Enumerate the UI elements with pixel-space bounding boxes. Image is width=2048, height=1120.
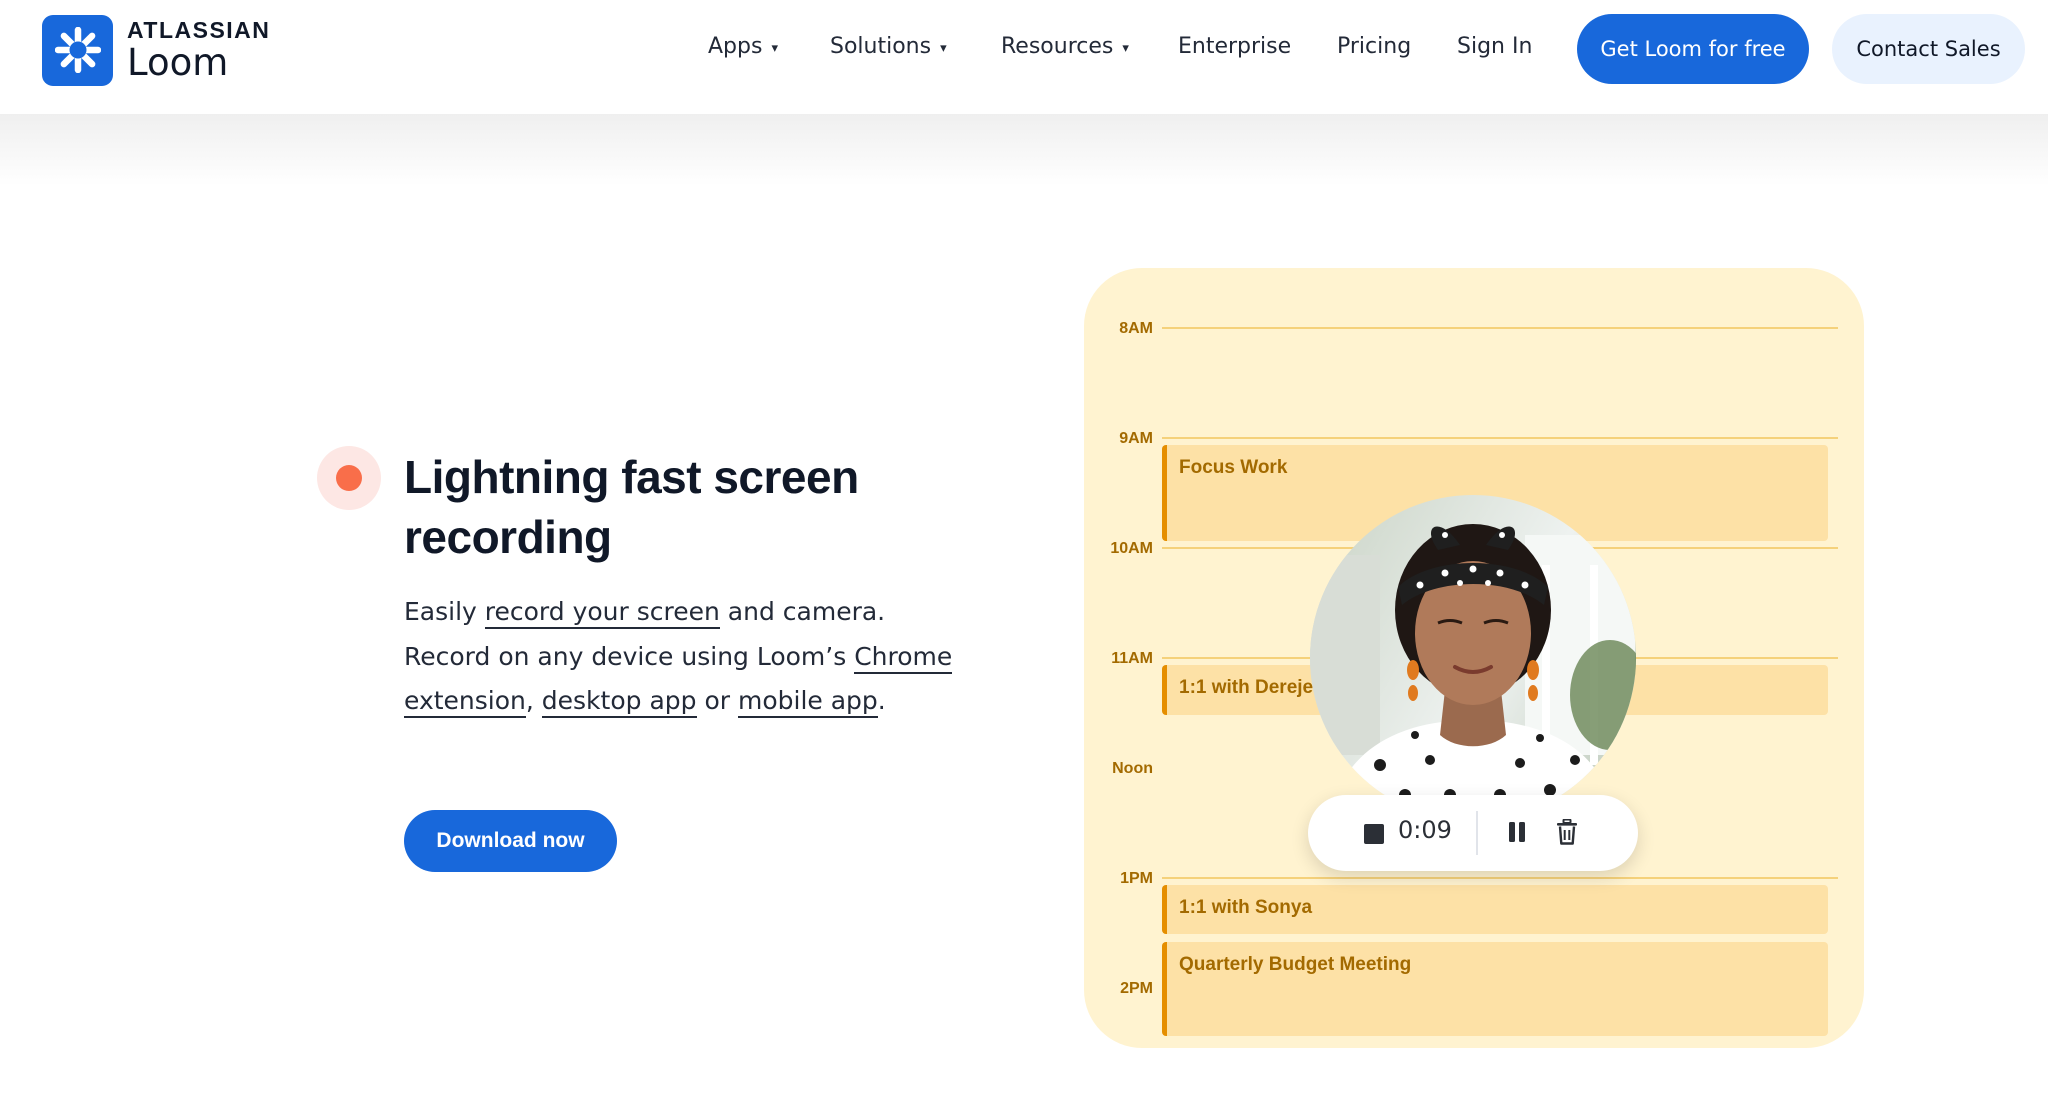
nav-pricing-label: Pricing	[1337, 34, 1412, 59]
hour-label-8am: 8AM	[1119, 320, 1153, 337]
site-header: ATLASSIAN Loom Apps ▾ Solutions ▾ Resour…	[0, 0, 2048, 114]
nav-sign-in[interactable]: Sign In	[1457, 34, 1532, 59]
hour-label-2pm: 2PM	[1120, 980, 1153, 997]
feature-title: Lightning fast screen recording	[404, 451, 859, 563]
recording-control-bar: 0:09	[1308, 795, 1638, 871]
nav-apps-label: Apps	[708, 34, 763, 59]
hour-line	[1162, 877, 1838, 879]
hour-line	[1162, 327, 1838, 329]
logo-brand: ATLASSIAN	[127, 16, 271, 43]
logo-product: Loom	[127, 40, 229, 84]
mobile-app-link[interactable]: mobile app	[737, 686, 878, 718]
event-title: Quarterly Budget Meeting	[1179, 954, 1412, 975]
header-shadow	[0, 114, 2048, 186]
nav-pricing[interactable]: Pricing	[1337, 34, 1411, 59]
record-badge	[317, 446, 381, 510]
hour-label-noon: Noon	[1112, 760, 1153, 777]
camera-bubble	[1310, 495, 1636, 821]
desc-text: .	[877, 686, 886, 715]
hour-label-9am: 9AM	[1119, 430, 1153, 447]
hour-label-1pm: 1PM	[1120, 870, 1153, 887]
download-now-button[interactable]: Download now	[404, 810, 617, 872]
logo-wordmark: ATLASSIAN Loom	[127, 18, 270, 83]
nav-resources-label: Resources	[1001, 34, 1114, 59]
event-title: 1:1 with Dereje	[1179, 677, 1314, 698]
nav-sign-in-label: Sign In	[1457, 34, 1533, 59]
caret-down-icon: ▾	[1122, 41, 1129, 56]
desc-text: or	[696, 686, 738, 715]
event-title: Focus Work	[1179, 457, 1288, 478]
nav-apps[interactable]: Apps ▾	[708, 34, 778, 59]
desktop-app-link[interactable]: desktop app	[541, 686, 697, 718]
event-title: 1:1 with Sonya	[1179, 897, 1313, 918]
presenter-portrait	[1310, 524, 1636, 821]
feature-description: Easily record your screen and camera. Re…	[404, 590, 964, 724]
desc-text: ,	[525, 686, 542, 715]
loom-asterisk-icon	[42, 14, 113, 86]
nav-solutions[interactable]: Solutions ▾	[830, 34, 947, 59]
calendar-event-sonya: 1:1 with Sonya	[1162, 885, 1828, 934]
caret-down-icon: ▾	[771, 41, 778, 56]
nav-enterprise[interactable]: Enterprise	[1178, 34, 1291, 59]
contact-sales-button[interactable]: Contact Sales	[1832, 14, 2025, 84]
desc-text: Easily	[404, 597, 485, 626]
pause-icon[interactable]	[1508, 821, 1526, 843]
stop-icon[interactable]	[1364, 824, 1384, 844]
hour-label-10am: 10AM	[1110, 540, 1153, 557]
calendar-event-budget-meeting: Quarterly Budget Meeting	[1162, 942, 1828, 1036]
nav-enterprise-label: Enterprise	[1178, 34, 1292, 59]
nav-resources[interactable]: Resources ▾	[1001, 34, 1129, 59]
nav-solutions-label: Solutions	[830, 34, 932, 59]
atlassian-loom-logo[interactable]: ATLASSIAN Loom	[42, 14, 270, 86]
recording-timer: 0:09	[1398, 816, 1452, 844]
record-dot-icon	[336, 465, 362, 491]
record-your-screen-link[interactable]: record your screen	[484, 597, 720, 629]
hour-label-11am: 11AM	[1111, 650, 1153, 667]
trash-icon[interactable]	[1556, 819, 1578, 845]
hour-line	[1162, 437, 1838, 439]
caret-down-icon: ▾	[940, 41, 947, 56]
control-divider	[1476, 811, 1478, 855]
get-loom-free-button[interactable]: Get Loom for free	[1577, 14, 1809, 84]
